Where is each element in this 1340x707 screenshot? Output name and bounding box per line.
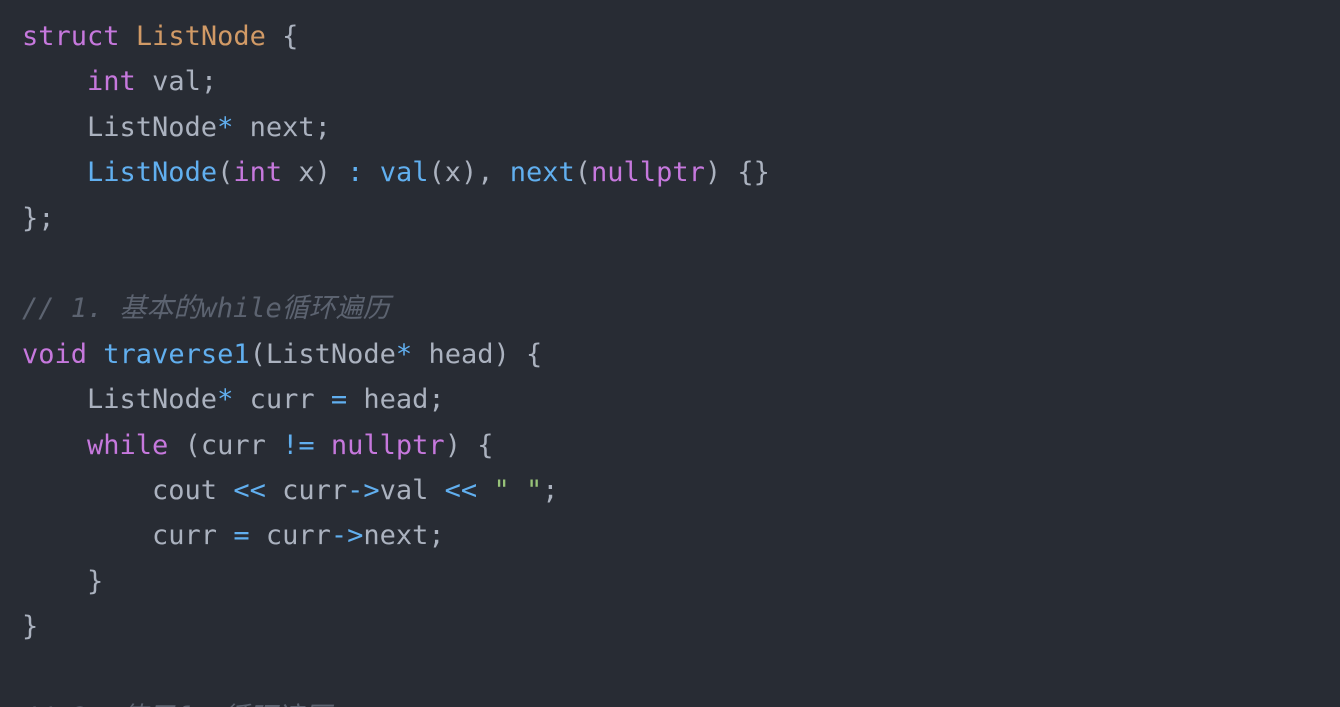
operator-token: << [444, 474, 478, 506]
keyword-token: void [22, 338, 88, 370]
code-text-token: } [22, 565, 104, 597]
code-line[interactable]: cout << curr->val << " "; [22, 468, 770, 513]
code-text-token: { [265, 21, 299, 52]
code-line[interactable]: ListNode* curr = head; [22, 377, 770, 422]
code-text-token: }; [22, 202, 55, 234]
code-line[interactable]: }; [22, 196, 770, 241]
function-name-token: next [509, 157, 575, 189]
keyword-token: nullptr [591, 157, 705, 189]
code-line[interactable]: // 1. 基本的while循环遍历 [22, 286, 770, 331]
code-text-token: ) { [444, 429, 494, 461]
comment-token: // 2. 使用for循环遍历 [22, 702, 330, 707]
operator-token: -> [347, 474, 380, 506]
code-text-token: } [22, 611, 39, 643]
code-text-token: ListNode [22, 111, 218, 143]
code-text-token: (x), [428, 157, 510, 189]
code-text-token: ; [542, 474, 559, 506]
function-name-token: traverse1 [103, 338, 250, 370]
operator-token: : [347, 157, 364, 189]
operator-token: -> [330, 520, 364, 552]
comment-token: // 1. 基本的while循环遍历 [22, 293, 390, 325]
code-line[interactable] [22, 241, 770, 286]
keyword-token: while [87, 429, 169, 461]
code-text-token: next; [233, 111, 331, 143]
code-text-token: x) [282, 157, 348, 189]
code-text-token: ListNode [22, 384, 218, 416]
operator-token: = [233, 520, 250, 552]
code-text-token: ( [217, 157, 234, 189]
code-text-token: ( [574, 157, 592, 189]
code-line[interactable]: struct ListNode { [22, 14, 770, 59]
code-text-token: (ListNode [249, 338, 396, 370]
code-text-token: next; [363, 520, 445, 552]
code-text-token: val; [135, 66, 218, 98]
code-line[interactable]: int val; [22, 59, 770, 104]
string-literal-token: " " [493, 474, 543, 506]
code-text-token: val [379, 474, 445, 506]
operator-token: << [233, 474, 266, 506]
code-text-token: head) { [412, 338, 543, 370]
operator-token: * [395, 338, 413, 370]
keyword-token: int [233, 157, 283, 189]
code-line[interactable]: } [22, 559, 770, 604]
operator-token: * [217, 111, 234, 143]
keyword-token: int [87, 66, 136, 98]
code-text-token: head; [347, 384, 445, 416]
code-text-token: curr [265, 474, 348, 506]
code-text-token: curr [22, 520, 234, 552]
code-line[interactable]: ListNode(int x) : val(x), next(nullptr) … [22, 150, 770, 195]
code-text-token: ) {} [704, 157, 770, 189]
keyword-token: struct [22, 21, 120, 52]
operator-token: * [217, 384, 234, 416]
function-name-token: ListNode [87, 157, 218, 189]
code-line[interactable]: void traverse1(ListNode* head) { [22, 332, 770, 377]
code-text-token: (curr [168, 429, 283, 461]
operator-token: != [282, 429, 315, 461]
function-name-token: val [379, 157, 429, 189]
type-token: ListNode [135, 21, 266, 52]
code-line[interactable]: while (curr != nullptr) { [22, 423, 770, 468]
operator-token: = [330, 384, 348, 416]
code-line[interactable]: curr = curr->next; [22, 513, 770, 558]
keyword-token: nullptr [330, 429, 445, 461]
code-editor[interactable]: struct ListNode { int val; ListNode* nex… [0, 0, 1340, 707]
code-line[interactable]: ListNode* next; [22, 105, 770, 150]
code-text-token: curr [233, 384, 331, 416]
code-line[interactable] [22, 649, 770, 694]
code-line[interactable]: } [22, 604, 770, 649]
code-line[interactable]: // 2. 使用for循环遍历 [22, 695, 770, 707]
code-text-token: curr [249, 520, 331, 552]
code-block[interactable]: struct ListNode { int val; ListNode* nex… [22, 14, 770, 707]
code-text-token: cout [22, 474, 234, 506]
